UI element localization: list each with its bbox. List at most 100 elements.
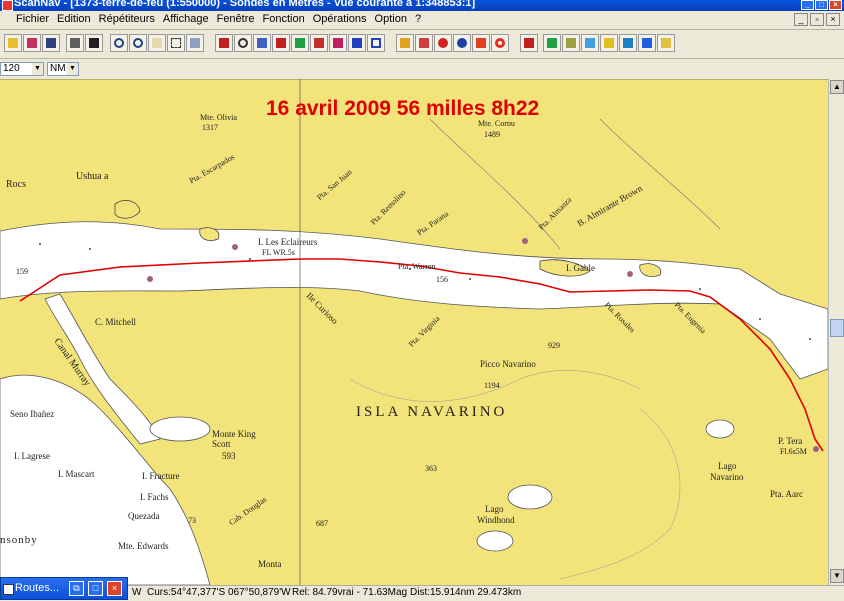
- menu-fonction[interactable]: Fonction: [259, 11, 309, 25]
- layers-icon: [547, 38, 557, 48]
- maximize-button[interactable]: □: [815, 0, 828, 10]
- nmea-button[interactable]: [415, 34, 433, 52]
- menu-affichage[interactable]: Affichage: [159, 11, 213, 25]
- chart-view[interactable]: 16 avril 2009 56 milles 8h22 ISLA NAVARI…: [0, 79, 828, 585]
- run-button[interactable]: [472, 34, 490, 52]
- document-icon: [27, 38, 37, 48]
- toolbar: [0, 30, 844, 59]
- waypoint-button[interactable]: [215, 34, 233, 52]
- scale-select[interactable]: 120 ▼: [0, 62, 44, 76]
- menu-help[interactable]: ?: [411, 11, 425, 25]
- mdi-minimize-button[interactable]: _: [794, 13, 808, 26]
- routes-window[interactable]: Routes... ⧉ □ ×: [0, 577, 128, 600]
- label-isla-navarino: ISLA NAVARINO: [356, 404, 508, 420]
- open-chart-button[interactable]: [4, 34, 22, 52]
- sounding: [469, 278, 471, 280]
- label-king-scott-height: 593: [222, 451, 236, 461]
- light-marker: [522, 238, 528, 244]
- bell-icon: [524, 38, 534, 48]
- zoom-in-button[interactable]: [110, 34, 128, 52]
- label-lago-navarino-1: Lago: [718, 461, 737, 471]
- box-button[interactable]: [367, 34, 385, 52]
- menu-fichier[interactable]: Fichier: [12, 11, 53, 25]
- label-seno-ibanez: Seno Ibañez: [10, 409, 55, 419]
- compass-icon: [457, 38, 467, 48]
- label-monte-king-scott: Monte King Scott: [212, 429, 256, 449]
- light-marker: [627, 271, 633, 277]
- menu-operations[interactable]: Opérations: [309, 11, 371, 25]
- status-w: W: [132, 587, 142, 598]
- crosshair-button[interactable]: [234, 34, 252, 52]
- routes-close-button[interactable]: ×: [107, 581, 122, 596]
- label-lago-windhond-2: Windhond: [477, 515, 515, 525]
- mdi-close-button[interactable]: ×: [826, 13, 840, 26]
- compass-button[interactable]: [453, 34, 471, 52]
- grid-button[interactable]: [581, 34, 599, 52]
- window-title: ScanNav - [1373-terre-de-feu (1:550000) …: [14, 0, 476, 9]
- help-arrow-icon: [89, 38, 99, 48]
- label-i-gable: I. Gable: [566, 263, 595, 273]
- print-button[interactable]: [66, 34, 84, 52]
- print-setup-button[interactable]: [23, 34, 41, 52]
- status-distance: Dist:15.914nm 29.473km: [410, 587, 522, 598]
- alarm-button[interactable]: [520, 34, 538, 52]
- gps-button[interactable]: [396, 34, 414, 52]
- save-button[interactable]: [42, 34, 60, 52]
- hand-icon: [152, 38, 162, 48]
- label-height-929: 929: [548, 341, 560, 350]
- chart-view-button[interactable]: [562, 34, 580, 52]
- erase-route-button[interactable]: [329, 34, 347, 52]
- pan-button[interactable]: [148, 34, 166, 52]
- rectangle-icon: [171, 38, 181, 48]
- mark-button[interactable]: [310, 34, 328, 52]
- label-i-les-eclaireurs: I. Les Eclaireurs: [258, 237, 318, 247]
- tide-icon: [604, 38, 614, 48]
- lake: [476, 530, 514, 552]
- label-i-mascart: I. Mascart: [58, 469, 95, 479]
- unit-select[interactable]: NM ▼: [47, 62, 79, 76]
- sounding: [249, 258, 251, 260]
- help-button[interactable]: [657, 34, 675, 52]
- arrow-icon: [642, 38, 652, 48]
- route-button[interactable]: [253, 34, 271, 52]
- menu-edition[interactable]: Edition: [53, 11, 95, 25]
- routes-maximize-button[interactable]: □: [88, 581, 103, 596]
- scroll-up-button[interactable]: ▲: [830, 80, 844, 94]
- lake: [149, 416, 211, 442]
- lake: [705, 419, 735, 439]
- select-area-button[interactable]: [167, 34, 185, 52]
- lifebuoy-button[interactable]: [491, 34, 509, 52]
- scroll-down-button[interactable]: ▼: [830, 569, 844, 583]
- crosshair-icon: [238, 38, 248, 48]
- zoom-out-button[interactable]: [129, 34, 147, 52]
- menu-option[interactable]: Option: [371, 11, 411, 25]
- wind-button[interactable]: [619, 34, 637, 52]
- bearing-button[interactable]: [272, 34, 290, 52]
- mdi-restore-button[interactable]: ▫: [810, 13, 824, 26]
- track-button[interactable]: [291, 34, 309, 52]
- close-button[interactable]: ×: [829, 0, 842, 10]
- tide-button[interactable]: [600, 34, 618, 52]
- help-icon: [661, 38, 671, 48]
- target-button[interactable]: [434, 34, 452, 52]
- menu-fenetre[interactable]: Fenêtre: [213, 11, 259, 25]
- routes-restore-button[interactable]: ⧉: [69, 581, 84, 596]
- zoom-window-button[interactable]: [186, 34, 204, 52]
- arrow-button[interactable]: [638, 34, 656, 52]
- layers-button[interactable]: [543, 34, 561, 52]
- label-depth-156: 156: [436, 275, 448, 284]
- scroll-thumb[interactable]: [830, 319, 844, 337]
- label-quezada: Quezada: [128, 511, 160, 521]
- vertical-scrollbar[interactable]: ▲ ▼: [828, 79, 844, 585]
- menu-repetiteurs[interactable]: Répétiteurs: [95, 11, 159, 25]
- mark-icon: [314, 38, 324, 48]
- help-pointer-button[interactable]: [85, 34, 103, 52]
- label-height-73: 73: [188, 516, 196, 525]
- label-picco-navarino: Picco Navarino: [480, 359, 536, 369]
- label-depth-159: 159: [16, 267, 28, 276]
- label-i-fracture: I. Fracture: [142, 471, 180, 481]
- lifebuoy-icon: [495, 38, 505, 48]
- minimize-button[interactable]: _: [801, 0, 814, 10]
- label-i-fachs: I. Fachs: [140, 492, 169, 502]
- text-button[interactable]: [348, 34, 366, 52]
